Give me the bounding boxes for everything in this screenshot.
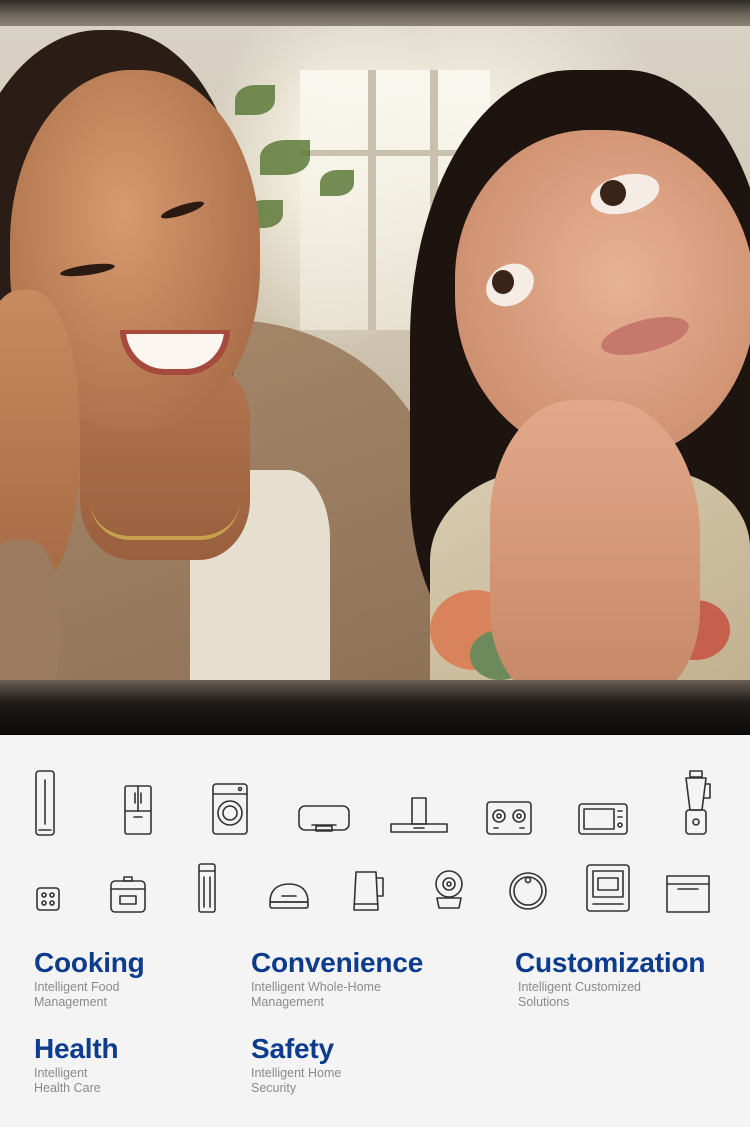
photo-frame-top bbox=[0, 0, 750, 26]
air-conditioner-icon bbox=[298, 805, 350, 833]
feature-subtitle: Intelligent Customized Solutions bbox=[518, 980, 688, 1010]
feature-subtitle-line: Intelligent Home bbox=[251, 1066, 342, 1080]
humidifier-icon bbox=[268, 882, 310, 912]
washing-machine-icon bbox=[212, 783, 248, 835]
feature-subtitle-line: Intelligent Customized bbox=[518, 980, 641, 994]
feature-subtitle-line: Intelligent bbox=[34, 1066, 88, 1080]
induction-cooktop-icon bbox=[36, 887, 60, 911]
plant-leaf bbox=[320, 170, 354, 196]
feature-subtitle-line: Management bbox=[251, 995, 324, 1009]
feature-subtitle: Intelligent Home Security bbox=[251, 1066, 421, 1096]
feature-subtitle-line: Security bbox=[251, 1081, 297, 1095]
girl-iris bbox=[492, 270, 514, 294]
appliance-icons-row-1 bbox=[0, 765, 750, 840]
window-mullion bbox=[368, 70, 376, 330]
girl-iris bbox=[600, 180, 626, 206]
feature-health: Health Intelligent Health Care bbox=[34, 1034, 204, 1096]
electric-kettle-icon bbox=[352, 870, 386, 912]
feature-convenience: Convenience Intelligent Whole-Home Manag… bbox=[251, 948, 423, 1010]
feature-subtitle-line: Management bbox=[34, 995, 107, 1009]
robot-vacuum-icon bbox=[508, 871, 548, 911]
feature-subtitle: Intelligent Health Care bbox=[34, 1066, 204, 1096]
hero-photo bbox=[0, 0, 750, 735]
feature-title: Health bbox=[34, 1033, 119, 1064]
feature-title: Safety bbox=[251, 1033, 334, 1064]
built-in-oven-icon bbox=[666, 875, 710, 913]
girl-hand bbox=[490, 400, 700, 700]
microwave-icon bbox=[578, 803, 628, 835]
dishwasher-icon bbox=[586, 864, 630, 912]
tower-fan-icon bbox=[34, 770, 56, 836]
feature-customization: Customization Intelligent Customized Sol… bbox=[515, 948, 705, 1010]
feature-subtitle: Intelligent Food Management bbox=[34, 980, 204, 1010]
feature-subtitle: Intelligent Whole-Home Management bbox=[251, 980, 421, 1010]
french-door-refrigerator-icon bbox=[124, 785, 152, 835]
feature-safety: Safety Intelligent Home Security bbox=[251, 1034, 421, 1096]
gas-stove-icon bbox=[486, 801, 532, 835]
feature-cooking: Cooking Intelligent Food Management bbox=[34, 948, 204, 1010]
feature-subtitle-line: Solutions bbox=[518, 995, 570, 1009]
range-hood-icon bbox=[390, 797, 448, 835]
appliance-icons-row-2 bbox=[0, 860, 750, 920]
air-purifier-icon bbox=[198, 863, 216, 913]
feature-subtitle-line: Intelligent Food bbox=[34, 980, 120, 994]
feature-subtitle-line: Intelligent Whole-Home bbox=[251, 980, 381, 994]
security-camera-icon bbox=[434, 868, 464, 910]
mother-necklace bbox=[90, 500, 240, 540]
blender-icon bbox=[680, 770, 712, 836]
plant-leaf bbox=[235, 85, 275, 115]
feature-title: Customization bbox=[515, 947, 706, 978]
feature-title: Cooking bbox=[34, 947, 145, 978]
photo-frame-bottom bbox=[0, 680, 750, 735]
feature-subtitle-line: Health Care bbox=[34, 1081, 101, 1095]
rice-cooker-icon bbox=[110, 876, 146, 914]
plant-leaf bbox=[260, 140, 310, 175]
feature-title: Convenience bbox=[251, 947, 424, 978]
